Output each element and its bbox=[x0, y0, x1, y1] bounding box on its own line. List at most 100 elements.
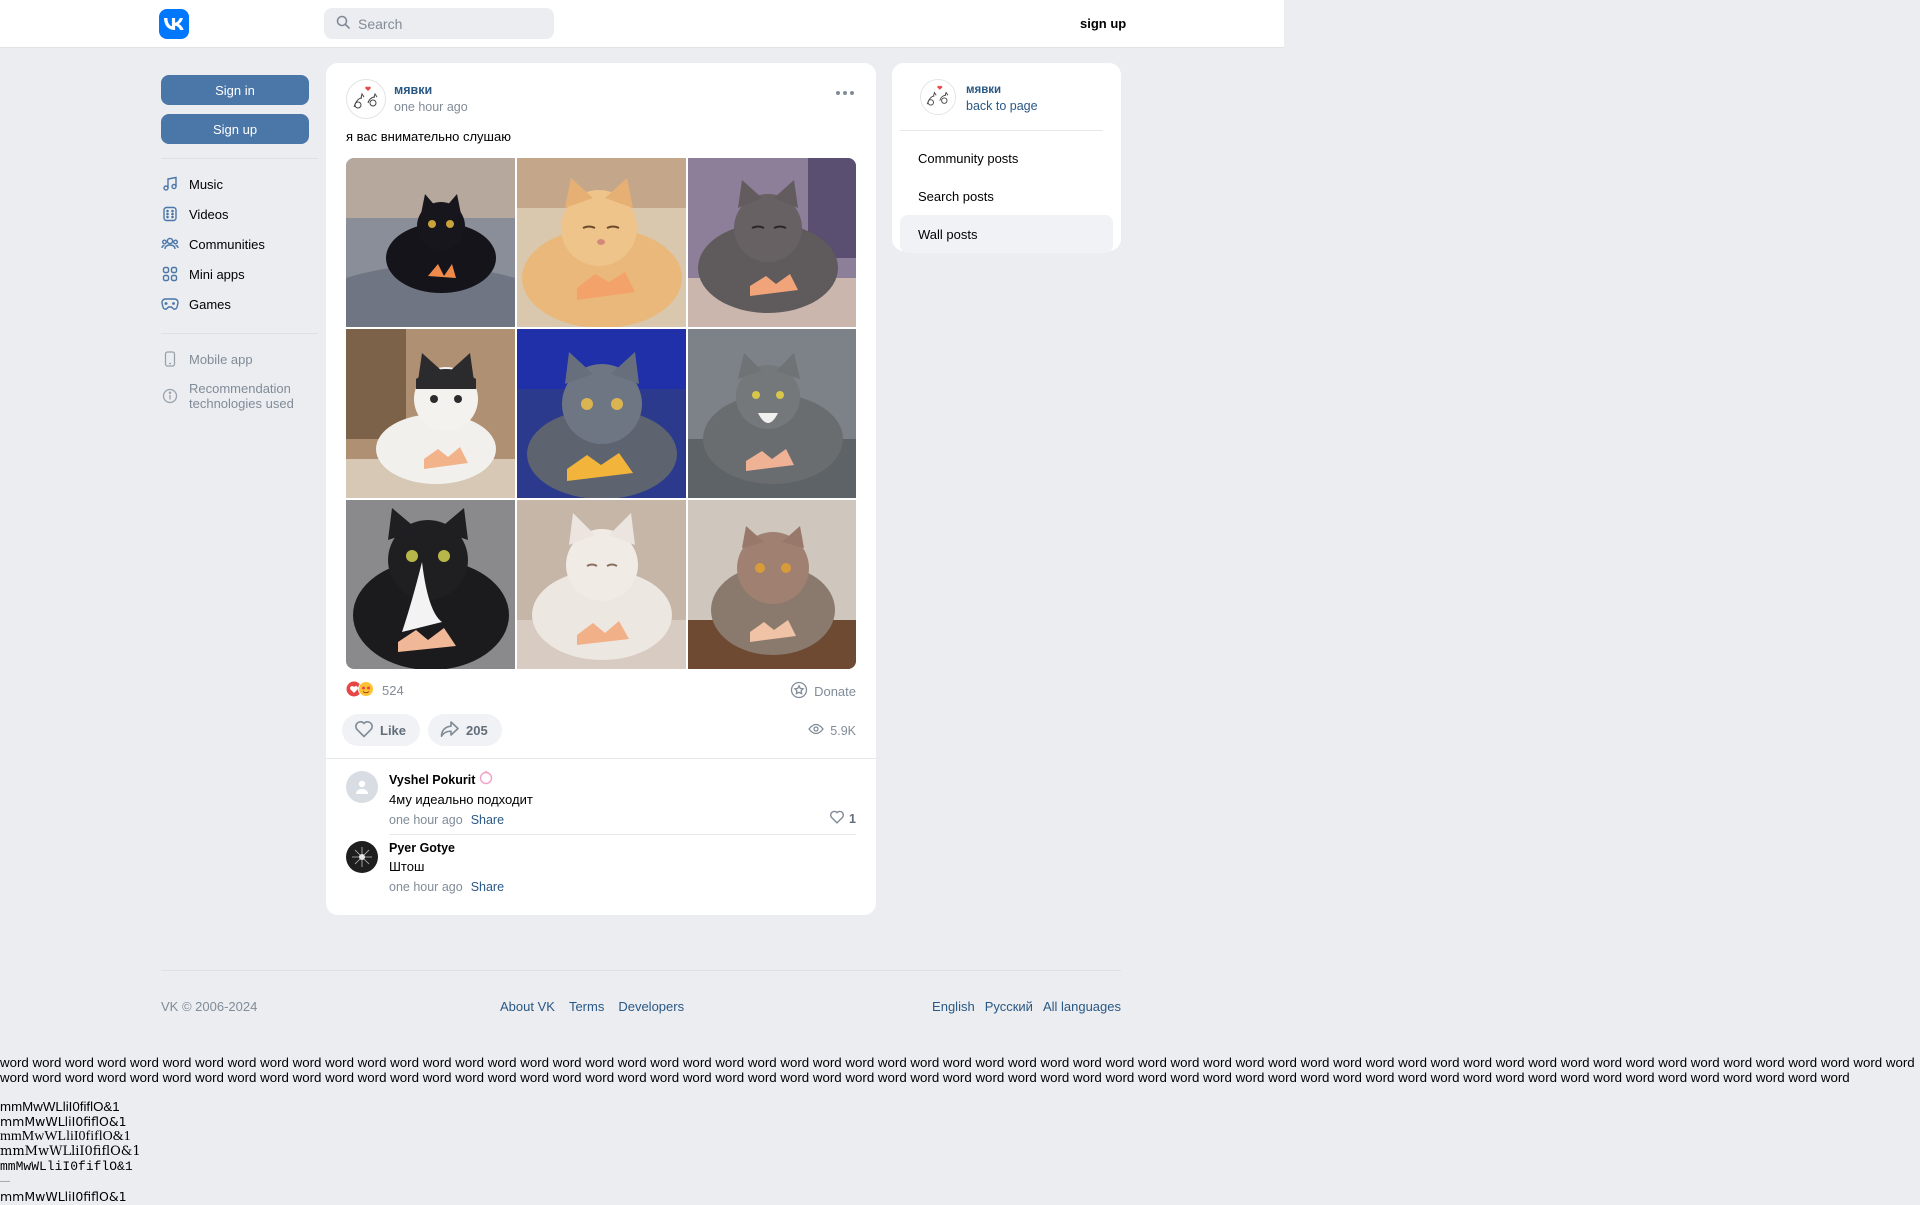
badge-icon bbox=[479, 770, 493, 788]
mini-apps-icon bbox=[161, 265, 179, 283]
post-actions: Like 205 bbox=[342, 714, 502, 746]
video-icon bbox=[161, 205, 179, 223]
commenter-name[interactable]: Vyshel Pokurit bbox=[389, 773, 475, 787]
like-button[interactable]: Like bbox=[342, 714, 421, 746]
more-options-icon[interactable] bbox=[836, 91, 854, 95]
communities-icon bbox=[161, 235, 179, 253]
cat-photo[interactable] bbox=[517, 158, 686, 327]
vk-logo-icon[interactable] bbox=[159, 9, 189, 39]
comment: Vyshel Pokurit 4му идеально подходит one… bbox=[346, 770, 856, 827]
comment-likes-count: 1 bbox=[849, 811, 856, 826]
footer-links: About VK Terms Developers bbox=[500, 999, 684, 1014]
views-counter: 5.9K bbox=[808, 723, 856, 738]
comment: Pyer Gotye Штош one hour ago Share bbox=[346, 841, 856, 894]
cat-photo[interactable] bbox=[346, 500, 515, 669]
footer-languages: English Русский All languages bbox=[932, 999, 1121, 1014]
menu-community-posts[interactable]: Community posts bbox=[900, 139, 1113, 177]
comment-time[interactable]: one hour ago bbox=[389, 813, 463, 827]
commenter-name[interactable]: Pyer Gotye bbox=[389, 841, 455, 855]
footer-link-terms[interactable]: Terms bbox=[569, 999, 604, 1014]
comment-divider bbox=[389, 834, 856, 835]
heart-icon bbox=[829, 810, 845, 827]
font-sample: mmMwWLliI0fiflO&1 bbox=[0, 1099, 120, 1114]
language-russian[interactable]: Русский bbox=[985, 999, 1033, 1014]
comment-time[interactable]: one hour ago bbox=[389, 880, 463, 894]
views-count: 5.9K bbox=[830, 723, 856, 738]
sidebar-divider bbox=[161, 333, 318, 334]
footer-link-developers[interactable]: Developers bbox=[618, 999, 684, 1014]
comment-text: 4му идеально подходит bbox=[389, 792, 533, 807]
cat-photo[interactable] bbox=[346, 329, 515, 498]
language-english[interactable]: English bbox=[932, 999, 975, 1014]
sidebar-item-music[interactable]: Music bbox=[161, 169, 318, 199]
post-header: мявки one hour ago bbox=[346, 79, 468, 119]
sign-in-button[interactable]: Sign in bbox=[161, 75, 309, 105]
signup-link[interactable]: sign up bbox=[1080, 16, 1126, 31]
cat-photo[interactable] bbox=[346, 158, 515, 327]
sidebar-item-games[interactable]: Games bbox=[161, 289, 318, 319]
cat-photo[interactable] bbox=[688, 329, 856, 498]
post-text: я вас внимательно слушаю bbox=[346, 129, 511, 144]
share-icon bbox=[440, 720, 460, 741]
commenter-avatar[interactable] bbox=[346, 841, 378, 873]
cat-photo[interactable] bbox=[517, 500, 686, 669]
community-avatar bbox=[920, 79, 956, 118]
shares-count: 205 bbox=[466, 722, 488, 738]
sidebar-item-label: Games bbox=[189, 296, 231, 312]
photo-grid bbox=[346, 158, 856, 669]
comment-like-button[interactable]: 1 bbox=[829, 810, 856, 827]
sidebar-item-mini-apps[interactable]: Mini apps bbox=[161, 259, 318, 289]
donate-button[interactable]: Donate bbox=[790, 681, 856, 702]
menu-search-posts[interactable]: Search posts bbox=[900, 177, 1113, 215]
post-timestamp[interactable]: one hour ago bbox=[394, 100, 468, 114]
footer-divider bbox=[161, 970, 1121, 971]
sidebar-divider bbox=[161, 158, 318, 159]
back-to-page-link[interactable]: back to page bbox=[966, 99, 1038, 113]
cat-photo[interactable] bbox=[688, 500, 856, 669]
font-sample: mmMwWLliI0fiflO&1 bbox=[0, 1129, 131, 1144]
donate-label: Donate bbox=[814, 684, 856, 699]
info-icon bbox=[161, 387, 179, 405]
comment-share-link[interactable]: Share bbox=[471, 813, 504, 827]
sidebar-item-label: Communities bbox=[189, 236, 265, 252]
music-icon bbox=[161, 175, 179, 193]
heart-reaction-icon bbox=[346, 681, 376, 700]
sidebar-item-recommendation-tech[interactable]: Recommendation technologies used bbox=[161, 374, 318, 418]
commenter-avatar[interactable] bbox=[346, 771, 378, 803]
community-avatar[interactable] bbox=[346, 79, 386, 119]
font-test-samples: mmMwWLliI0fiflO&1 mmMwWLliI0fiflO&1 mmMw… bbox=[0, 1099, 141, 1204]
wall-post: мявки one hour ago я вас внимательно слу… bbox=[326, 63, 876, 915]
search-input[interactable] bbox=[358, 15, 538, 32]
sidebar-item-communities[interactable]: Communities bbox=[161, 229, 318, 259]
sidebar-item-videos[interactable]: Videos bbox=[161, 199, 318, 229]
sidebar-item-label: Mobile app bbox=[189, 351, 253, 367]
footer-link-about[interactable]: About VK bbox=[500, 999, 555, 1014]
sidebar-item-mobile-app[interactable]: Mobile app bbox=[161, 344, 318, 374]
post-author-name[interactable]: мявки bbox=[394, 83, 468, 97]
cat-photo[interactable] bbox=[688, 158, 856, 327]
language-all[interactable]: All languages bbox=[1043, 999, 1121, 1014]
footer-copyright: VK © 2006-2024 bbox=[161, 999, 258, 1014]
search-icon bbox=[336, 15, 350, 32]
reactions-count: 524 bbox=[382, 683, 404, 698]
share-button[interactable]: 205 bbox=[428, 714, 502, 746]
font-sample-divider: — bbox=[0, 1176, 10, 1187]
menu-wall-posts[interactable]: Wall posts bbox=[900, 215, 1113, 253]
cat-photo[interactable] bbox=[517, 329, 686, 498]
reactions-summary[interactable]: 524 bbox=[346, 681, 404, 700]
sidebar-item-label: Videos bbox=[189, 206, 229, 222]
font-sample: mmMwWLliI0fiflO&1 bbox=[0, 1189, 127, 1204]
community-name[interactable]: мявки bbox=[966, 84, 1038, 96]
post-divider bbox=[326, 758, 876, 759]
sidebar-item-label: Mini apps bbox=[189, 266, 245, 282]
search-box[interactable] bbox=[324, 8, 554, 39]
font-test-words: word word word word word word word word … bbox=[0, 1055, 1915, 1085]
heart-icon bbox=[354, 720, 374, 741]
font-sample: mmMwWLliI0fiflO&1 bbox=[0, 1114, 127, 1129]
sidebar-item-label: Music bbox=[189, 176, 223, 192]
community-header[interactable]: мявки back to page bbox=[900, 79, 1103, 131]
eye-icon bbox=[808, 723, 825, 738]
font-sample: mmMwWLliI0fiflO&1 bbox=[0, 1159, 133, 1174]
comment-share-link[interactable]: Share bbox=[471, 880, 504, 894]
sign-up-button[interactable]: Sign up bbox=[161, 114, 309, 144]
